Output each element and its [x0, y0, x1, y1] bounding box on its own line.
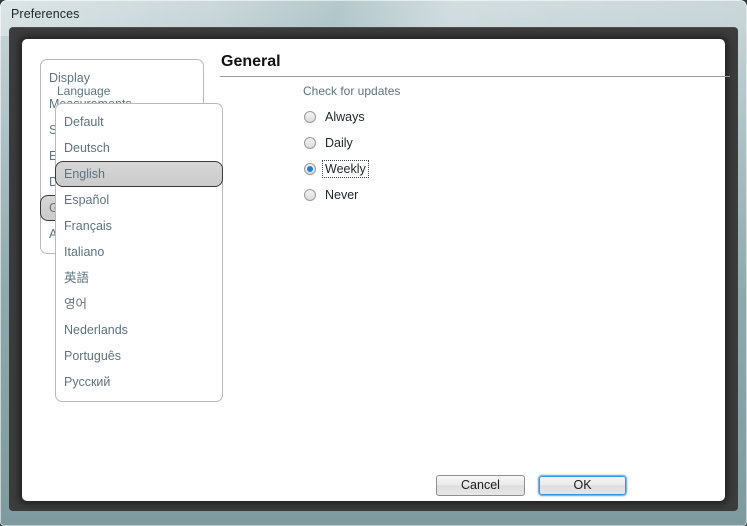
update-frequency-radios[interactable]: Always Daily Weekly Never: [301, 105, 501, 207]
language-option[interactable]: Italiano: [55, 239, 223, 265]
preferences-window: Preferences DisplayMeasurementsSelection…: [0, 0, 747, 526]
language-option[interactable]: English: [55, 161, 223, 187]
language-option[interactable]: Default: [55, 109, 223, 135]
window-title: Preferences: [11, 7, 80, 21]
radio-row-never[interactable]: Never: [301, 183, 501, 207]
dialog-content-sheet: DisplayMeasurementsSelectionEditingDefau…: [22, 39, 730, 501]
language-group: Language Default Deutsch English Español Fra…: [55, 84, 223, 402]
language-label: Language: [57, 84, 111, 98]
radio-button-icon[interactable]: [304, 111, 316, 123]
cancel-button[interactable]: Cancel: [436, 475, 525, 496]
language-option[interactable]: Português: [55, 343, 223, 369]
ok-button[interactable]: OK: [538, 475, 627, 496]
main-pane: General: [218, 53, 730, 77]
radio-label[interactable]: Always: [323, 109, 367, 125]
window-chrome-panel: DisplayMeasurementsSelectionEditingDefau…: [9, 27, 738, 511]
language-option[interactable]: Nederlands: [55, 317, 223, 343]
language-option[interactable]: Deutsch: [55, 135, 223, 161]
title-divider: [220, 76, 730, 77]
radio-label[interactable]: Daily: [323, 135, 355, 151]
check-for-updates-label: Check for updates: [303, 84, 401, 98]
radio-label[interactable]: Weekly: [322, 160, 369, 178]
radio-row-weekly[interactable]: Weekly: [301, 157, 501, 181]
language-list[interactable]: Default Deutsch English Español Français Ital…: [55, 103, 223, 402]
radio-row-always[interactable]: Always: [301, 105, 501, 129]
radio-label[interactable]: Never: [323, 187, 360, 203]
language-option[interactable]: Русский: [55, 369, 223, 395]
language-option[interactable]: Français: [55, 213, 223, 239]
radio-button-icon[interactable]: [304, 163, 316, 175]
desktop-background: Preferences DisplayMeasurementsSelection…: [0, 0, 747, 526]
language-option[interactable]: 영어: [55, 291, 223, 317]
language-option[interactable]: 英語: [55, 265, 223, 291]
radio-row-daily[interactable]: Daily: [301, 131, 501, 155]
radio-button-icon[interactable]: [304, 137, 316, 149]
radio-button-icon[interactable]: [304, 189, 316, 201]
check-for-updates-group: Check for updates Always Daily Weekly Never: [301, 84, 501, 207]
language-option[interactable]: Español: [55, 187, 223, 213]
dialog-footer: Cancel OK: [22, 475, 725, 501]
window-titlebar[interactable]: Preferences: [0, 0, 747, 30]
page-title: General: [221, 53, 281, 70]
